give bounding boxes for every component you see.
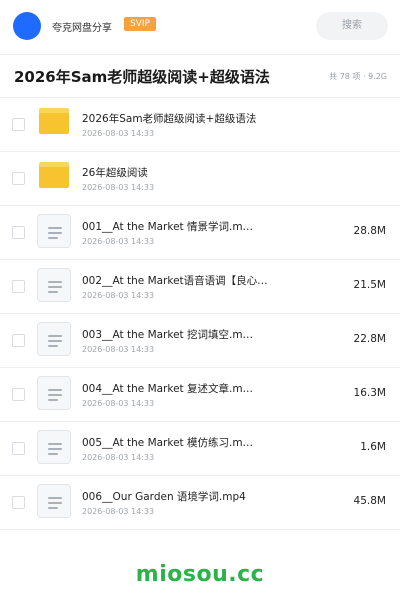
folder-title-bar: 2026年Sam老师超级阅读+超级语法 共 78 项 · 9.2G	[0, 54, 400, 98]
item-size: 45.8M	[353, 495, 386, 507]
list-item[interactable]: 004__At the Market 复述文章.m… 2026-08-03 14…	[0, 368, 400, 422]
item-name: 004__At the Market 复述文章.m…	[82, 383, 254, 395]
select-checkbox[interactable]	[12, 496, 25, 509]
item-name: 26年超级阅读	[82, 167, 148, 179]
select-checkbox[interactable]	[12, 388, 25, 401]
item-size: 28.8M	[353, 225, 386, 237]
select-checkbox[interactable]	[12, 226, 25, 239]
select-checkbox[interactable]	[12, 172, 25, 185]
page-title: 2026年Sam老师超级阅读+超级语法	[14, 68, 270, 86]
list-item[interactable]: 001__At the Market 情景学词.m… 2026-08-03 14…	[0, 206, 400, 260]
select-checkbox[interactable]	[12, 280, 25, 293]
item-name: 003__At the Market 挖词填空.m…	[82, 329, 254, 341]
svip-badge: SVIP	[124, 17, 156, 31]
item-size: 16.3M	[353, 387, 386, 399]
item-size: 22.8M	[353, 333, 386, 345]
share-owner-name: 夸克网盘分享	[52, 23, 112, 34]
file-list: 2026年Sam老师超级阅读+超级语法 2026-08-03 14:33 26年…	[0, 98, 400, 530]
item-name: 2026年Sam老师超级阅读+超级语法	[82, 113, 257, 125]
select-checkbox[interactable]	[12, 118, 25, 131]
item-name: 001__At the Market 情景学词.m…	[82, 221, 254, 233]
list-item[interactable]: 2026年Sam老师超级阅读+超级语法 2026-08-03 14:33	[0, 98, 400, 152]
item-date: 2026-08-03 14:33	[82, 507, 155, 516]
item-date: 2026-08-03 14:33	[82, 399, 155, 408]
watermark: miosou.cc	[135, 562, 265, 587]
item-date: 2026-08-03 14:33	[82, 237, 155, 246]
list-item[interactable]: 002__At the Market语音语调【良心… 2026-08-03 14…	[0, 260, 400, 314]
video-file-icon	[37, 322, 71, 356]
video-file-icon	[37, 484, 71, 518]
folder-icon	[39, 162, 69, 188]
video-file-icon	[37, 430, 71, 464]
list-item[interactable]: 003__At the Market 挖词填空.m… 2026-08-03 14…	[0, 314, 400, 368]
avatar[interactable]	[13, 12, 41, 40]
list-item[interactable]: 005__At the Market 模仿练习.m… 2026-08-03 14…	[0, 422, 400, 476]
item-date: 2026-08-03 14:33	[82, 291, 155, 300]
list-item[interactable]: 006__Our Garden 语境学词.mp4 2026-08-03 14:3…	[0, 476, 400, 530]
folder-icon	[39, 108, 69, 134]
video-file-icon	[37, 376, 71, 410]
item-size: 1.6M	[360, 441, 386, 453]
item-name: 005__At the Market 模仿练习.m…	[82, 437, 254, 449]
item-date: 2026-08-03 14:33	[82, 129, 155, 138]
item-name: 006__Our Garden 语境学词.mp4	[82, 491, 246, 503]
select-checkbox[interactable]	[12, 334, 25, 347]
video-file-icon	[37, 214, 71, 248]
video-file-icon	[37, 268, 71, 302]
item-date: 2026-08-03 14:33	[82, 345, 155, 354]
select-checkbox[interactable]	[12, 442, 25, 455]
share-header: 夸克网盘分享 SVIP 搜索	[0, 0, 400, 54]
folder-meta: 共 78 项 · 9.2G	[329, 72, 387, 81]
item-size: 21.5M	[353, 279, 386, 291]
item-date: 2026-08-03 14:33	[82, 453, 155, 462]
item-name: 002__At the Market语音语调【良心…	[82, 275, 268, 287]
list-item[interactable]: 26年超级阅读 2026-08-03 14:33	[0, 152, 400, 206]
item-date: 2026-08-03 14:33	[82, 183, 155, 192]
search-button[interactable]: 搜索	[316, 12, 388, 40]
